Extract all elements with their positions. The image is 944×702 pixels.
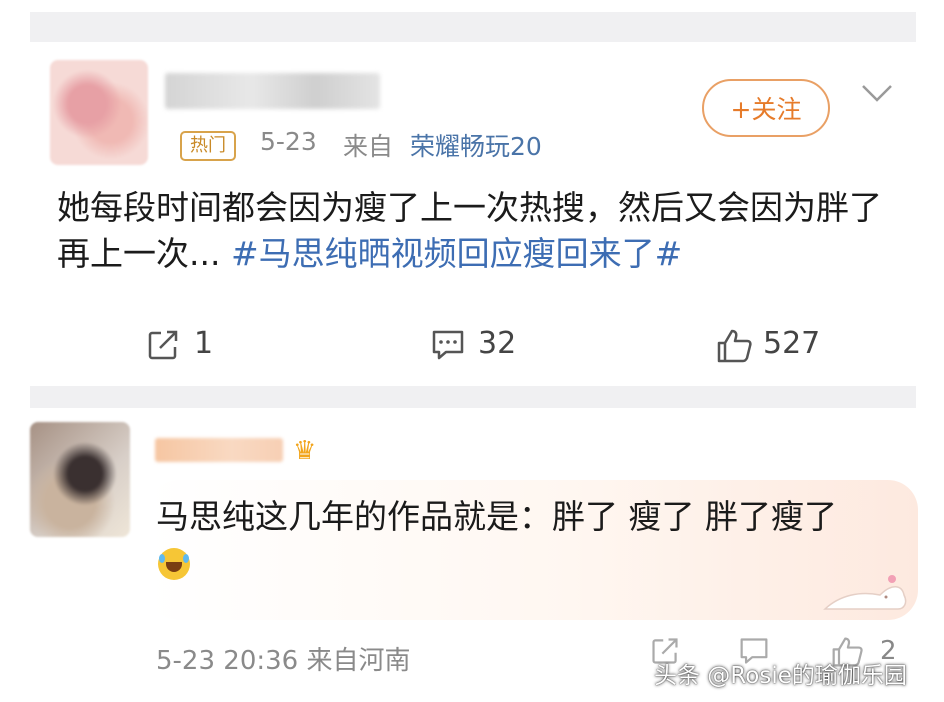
follow-button[interactable]: +关注 xyxy=(702,79,830,137)
hashtag-link[interactable]: #马思纯晒视频回应瘦回来了# xyxy=(231,234,682,273)
username-blurred[interactable] xyxy=(165,73,380,109)
thumbs-up-icon xyxy=(717,329,752,363)
post-date: 5-23 xyxy=(260,127,317,156)
comment-icon xyxy=(432,330,464,360)
reply-from: 来自河南 xyxy=(306,646,411,676)
cat-sticker-icon xyxy=(823,575,907,610)
avatar[interactable] xyxy=(50,60,148,165)
top-divider xyxy=(30,12,916,42)
reply-avatar[interactable] xyxy=(30,422,130,537)
section-divider xyxy=(30,386,916,408)
post-device[interactable]: 荣耀畅玩20 xyxy=(410,127,542,163)
reply-username-blurred[interactable] xyxy=(155,438,283,462)
share-count: 1 xyxy=(194,326,214,361)
share-icon xyxy=(148,330,178,360)
hot-badge: 热门 xyxy=(180,131,236,161)
watermark: 头条 @Rosie的瑜伽乐园 xyxy=(654,663,907,689)
reply-text-body: 马思纯这几年的作品就是：胖了 瘦了 胖了瘦了 xyxy=(156,497,837,536)
like-count: 527 xyxy=(763,326,821,361)
post-from-label: 来自 xyxy=(343,132,394,161)
crown-icon: ♛ xyxy=(293,436,317,466)
reply-text: 马思纯这几年的作品就是：胖了 瘦了 胖了瘦了 xyxy=(156,493,856,589)
comment-count: 32 xyxy=(478,326,517,361)
post-text: 她每段时间都会因为瘦了上一次热搜，然后又会因为胖了再上一次... #马思纯晒视频… xyxy=(57,185,897,277)
chevron-down-icon[interactable] xyxy=(860,80,894,106)
laugh-icon xyxy=(158,548,190,580)
reply-timestamp: 5-23 20:36 来自河南 xyxy=(156,646,411,676)
